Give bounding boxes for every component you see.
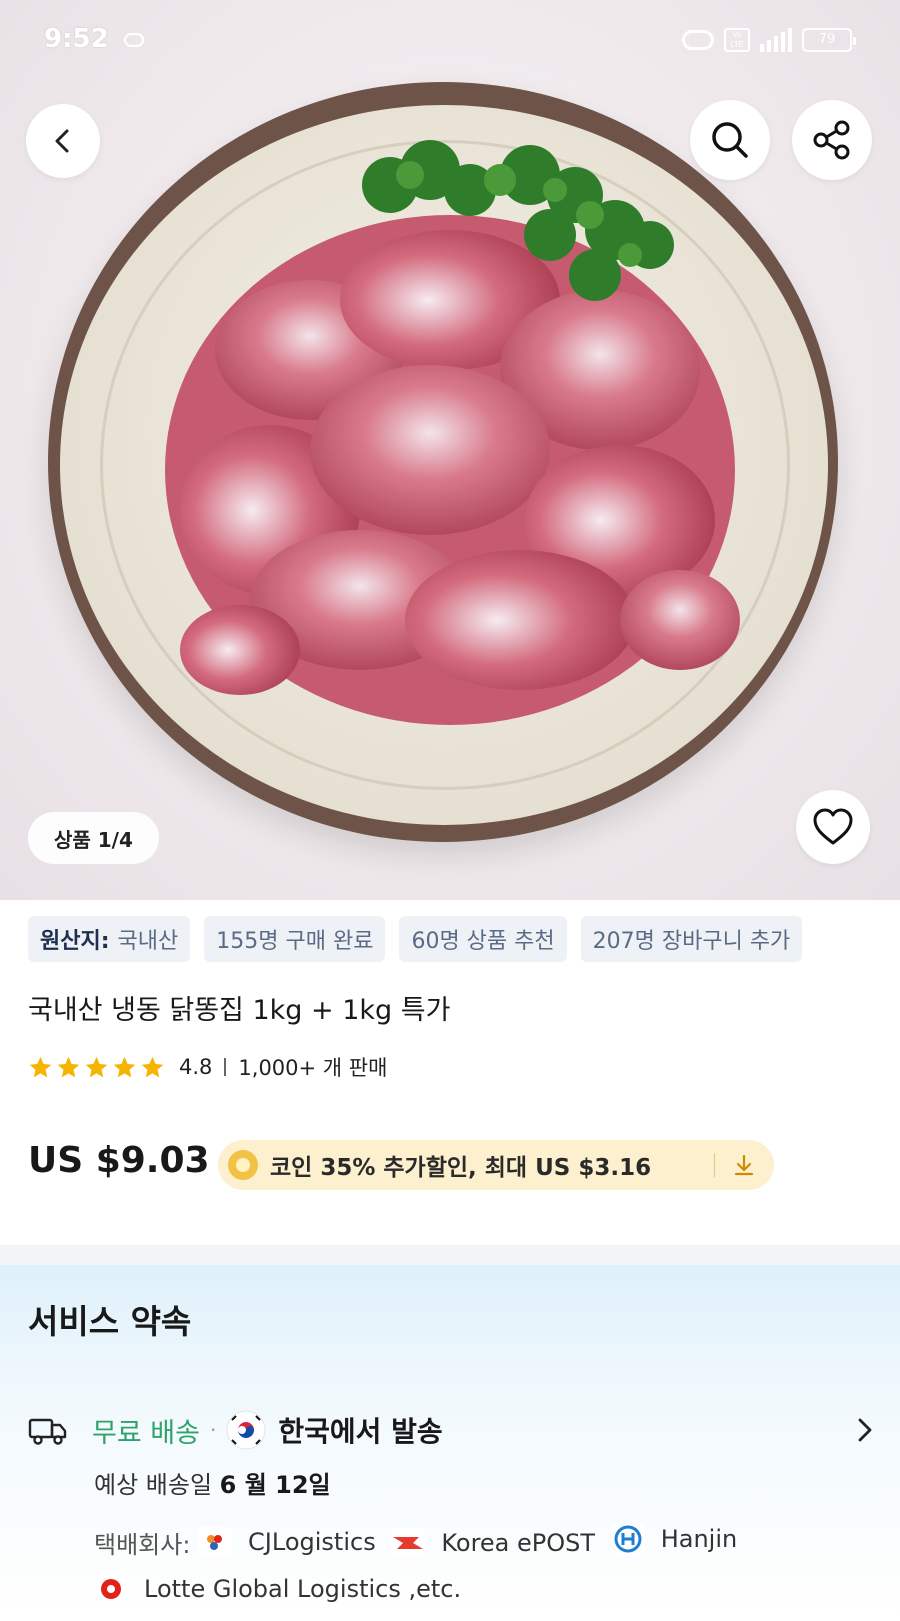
- courier-name: Lotte Global Logistics ,etc.: [144, 1575, 462, 1603]
- coin-discount-banner[interactable]: 코인 35% 추가할인, 최대 US $3.16: [218, 1140, 774, 1190]
- star-icon: [57, 1056, 80, 1077]
- ship-from-label: 한국에서 발송: [278, 1415, 443, 1448]
- status-time: 9:52: [44, 24, 109, 54]
- star-icon: [29, 1056, 52, 1077]
- star-icon: [113, 1056, 136, 1077]
- heart-icon: [813, 808, 853, 845]
- download-icon[interactable]: [730, 1151, 758, 1179]
- wishlist-button[interactable]: [796, 790, 870, 864]
- courier-epost: Korea ePOST: [391, 1521, 595, 1565]
- chevron-right-icon[interactable]: [850, 1416, 878, 1444]
- status-bar: 9:52 Vo LTE 79: [0, 0, 900, 80]
- share-button[interactable]: [792, 100, 872, 180]
- sold-count: 1,000+ 개 판매: [238, 1056, 388, 1080]
- cloud-sync-icon: [124, 33, 144, 47]
- separator-dot: ·: [209, 1418, 217, 1442]
- gallery-page-indicator: 상품 1/4: [28, 812, 159, 864]
- courier-list: 택배회사: CJLogistics Korea ePOST Hanjin Lot…: [94, 1517, 874, 1616]
- search-icon: [712, 122, 748, 158]
- korea-flag-icon: [226, 1410, 266, 1450]
- courier-cj: CJLogistics: [198, 1520, 376, 1564]
- cloud-icon: [682, 30, 714, 50]
- coin-icon: [228, 1150, 258, 1180]
- rating-divider: [224, 1058, 227, 1076]
- shipping-row[interactable]: 무료 배송 · 한국에서 발송: [28, 1410, 878, 1450]
- rating-stars: [28, 1055, 165, 1080]
- status-icons: Vo LTE 79: [682, 26, 856, 54]
- courier-hanjin: Hanjin: [610, 1517, 738, 1561]
- truck-icon: [28, 1418, 67, 1445]
- volte-icon: Vo LTE: [724, 28, 750, 52]
- signal-icon: [760, 28, 792, 52]
- product-title: 국내산 냉동 닭똥집 1kg + 1kg 특가: [28, 995, 451, 1026]
- tag-origin-value: 국내산: [117, 929, 179, 954]
- cj-logo-icon: [198, 1527, 233, 1557]
- back-button[interactable]: [26, 104, 100, 178]
- tag-recommendations: 60명 상품 추천: [399, 916, 567, 962]
- product-image-gallery[interactable]: 9:52 Vo LTE 79 상품 1/4: [0, 0, 900, 900]
- epost-logo-icon: [391, 1528, 426, 1558]
- star-icon: [85, 1056, 108, 1077]
- tag-cart-adds: 207명 장바구니 추가: [580, 916, 803, 962]
- chevron-left-icon: [55, 129, 69, 153]
- search-button[interactable]: [690, 100, 770, 180]
- star-icon: [141, 1056, 164, 1077]
- eta-label: 예상 배송일: [94, 1471, 213, 1499]
- courier-name: Korea ePOST: [441, 1529, 596, 1557]
- rating-row[interactable]: 4.8 1,000+ 개 판매: [28, 1050, 387, 1084]
- courier-label: 택배회사:: [94, 1531, 191, 1559]
- coin-divider: [714, 1153, 715, 1177]
- battery-icon: 79: [802, 28, 856, 52]
- eta-date: 6 월 12일: [219, 1471, 331, 1499]
- tag-purchases: 155명 구매 완료: [204, 916, 386, 962]
- estimated-delivery: 예상 배송일 6 월 12일: [94, 1465, 331, 1500]
- product-price: US $9.03: [28, 1140, 210, 1181]
- product-tags: 원산지: 국내산 155명 구매 완료 60명 상품 추천 207명 장바구니 …: [28, 916, 803, 962]
- lotte-logo-icon: [94, 1574, 128, 1604]
- free-shipping-label: 무료 배송: [92, 1417, 200, 1449]
- courier-name: Hanjin: [660, 1525, 738, 1553]
- share-icon: [813, 120, 850, 160]
- section-divider: [0, 1245, 900, 1265]
- service-title: 서비스 약속: [28, 1302, 192, 1341]
- courier-lotte: Lotte Global Logistics ,etc.: [94, 1567, 461, 1611]
- service-promise-section: 서비스 약속 무료 배송 · 한국에서 발송 예상 배송일 6 월 12일 택배: [0, 1265, 900, 1621]
- hanjin-logo-icon: [610, 1524, 645, 1554]
- courier-name: CJLogistics: [248, 1528, 376, 1556]
- product-photo-garnish: [362, 140, 674, 301]
- coin-discount-text: 코인 35% 추가할인, 최대 US $3.16: [270, 1155, 652, 1181]
- rating-value: 4.8: [179, 1055, 213, 1079]
- tag-origin-label: 원산지:: [40, 929, 110, 954]
- tag-origin: 원산지: 국내산: [28, 916, 191, 962]
